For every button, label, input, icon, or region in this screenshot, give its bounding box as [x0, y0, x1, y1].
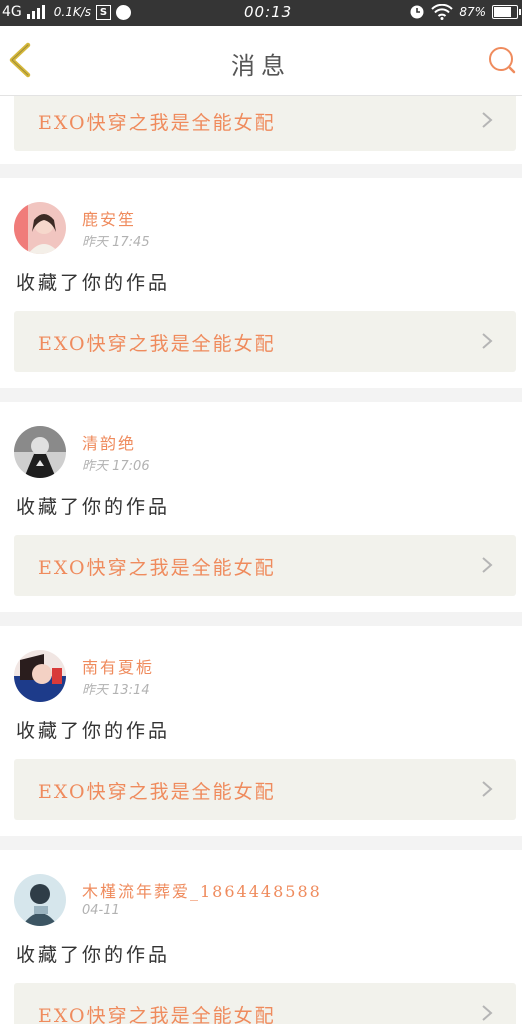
battery-percent: 87% [459, 5, 486, 19]
notification-app-icon [116, 4, 132, 20]
work-link[interactable]: EXO快穿之我是全能女配 [14, 759, 516, 820]
signal-icon [26, 5, 45, 19]
page-title: 消息 [231, 52, 291, 80]
work-title: EXO快穿之我是全能女配 [38, 557, 276, 579]
message-card: EXO快穿之我是全能女配 [0, 96, 522, 164]
alarm-icon [410, 5, 424, 19]
message-card: 鹿安笙 昨天 17:45 收藏了你的作品 EXO快穿之我是全能女配 [0, 178, 522, 388]
message-card: 清韵绝 昨天 17:06 收藏了你的作品 EXO快穿之我是全能女配 [0, 402, 522, 612]
status-bar: 4G 0.1K/s S 00:13 87% [0, 0, 522, 26]
user-name[interactable]: 南有夏栀 [82, 654, 154, 678]
avatar[interactable] [14, 202, 66, 254]
search-icon[interactable] [486, 44, 518, 76]
action-text: 收藏了你的作品 [16, 272, 171, 294]
avatar[interactable] [14, 426, 66, 478]
avatar[interactable] [14, 650, 66, 702]
message-card: 木槿流年葬爱_1864448588 04-11 收藏了你的作品 EXO快穿之我是… [0, 850, 522, 1024]
chevron-right-icon [482, 1005, 493, 1021]
work-title: EXO快穿之我是全能女配 [38, 781, 276, 803]
work-link[interactable]: EXO快穿之我是全能女配 [14, 96, 516, 151]
network-type: 4G [2, 4, 22, 20]
network-speed: 0.1K/s [53, 5, 92, 19]
work-link[interactable]: EXO快穿之我是全能女配 [14, 535, 516, 596]
user-name[interactable]: 鹿安笙 [82, 206, 136, 230]
timestamp: 昨天 17:06 [82, 459, 150, 474]
chevron-right-icon [482, 557, 493, 573]
timestamp: 04-11 [82, 903, 120, 918]
action-text: 收藏了你的作品 [16, 944, 171, 966]
message-list[interactable]: EXO快穿之我是全能女配 鹿安笙 昨天 17:45 收藏了你的作品 EXO快穿之… [0, 96, 522, 1024]
timestamp: 昨天 13:14 [82, 683, 150, 698]
s-app-icon: S [96, 4, 112, 20]
message-card: 南有夏栀 昨天 13:14 收藏了你的作品 EXO快穿之我是全能女配 [0, 626, 522, 836]
work-link[interactable]: EXO快穿之我是全能女配 [14, 983, 516, 1024]
work-title: EXO快穿之我是全能女配 [38, 333, 276, 355]
wifi-icon [431, 4, 454, 20]
action-text: 收藏了你的作品 [16, 496, 171, 518]
user-name[interactable]: 清韵绝 [82, 430, 136, 454]
chevron-right-icon [482, 781, 493, 797]
chevron-right-icon [482, 112, 493, 128]
timestamp: 昨天 17:45 [82, 235, 150, 250]
user-name[interactable]: 木槿流年葬爱_1864448588 [82, 878, 322, 902]
work-link[interactable]: EXO快穿之我是全能女配 [14, 311, 516, 372]
work-title: EXO快穿之我是全能女配 [38, 112, 276, 134]
clock: 00:13 [244, 3, 293, 21]
nav-header: 消息 [0, 26, 522, 96]
chevron-right-icon [482, 333, 493, 349]
battery-icon [492, 5, 521, 19]
avatar[interactable] [14, 874, 66, 926]
action-text: 收藏了你的作品 [16, 720, 171, 742]
work-title: EXO快穿之我是全能女配 [38, 1005, 276, 1024]
